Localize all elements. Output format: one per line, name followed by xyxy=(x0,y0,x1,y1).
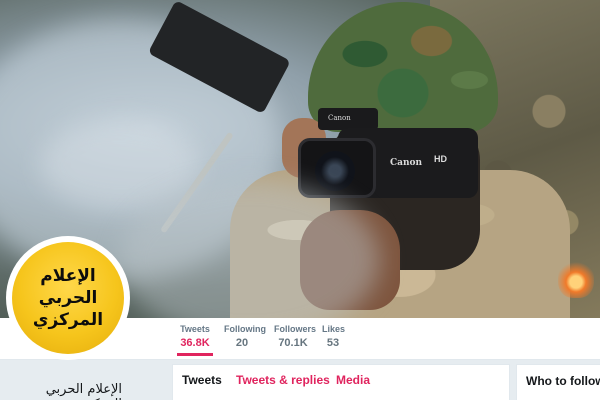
camera-brand-small: Canon xyxy=(328,114,351,122)
camera-brand: Canon xyxy=(390,158,423,168)
avatar-logo-line: الإعلام xyxy=(40,266,96,286)
stat-label: Following xyxy=(224,324,266,334)
stat-value: 53 xyxy=(326,337,340,349)
stat-label: Likes xyxy=(322,324,346,334)
stat-value: 20 xyxy=(235,337,249,349)
avatar-logo-line: المركزي xyxy=(32,310,104,330)
camera-hd-badge: HD xyxy=(434,154,447,164)
profile-name[interactable]: الإعلام الحربي المركزي xyxy=(0,382,122,400)
stat-label: Tweets xyxy=(180,324,210,334)
avatar-logo: الإعلام الحربي المركزي xyxy=(12,242,124,354)
avatar-logo-line: الحربي xyxy=(38,288,98,308)
stat-value: 36.8K xyxy=(180,337,210,349)
fire-flame xyxy=(558,258,594,298)
lens-glass xyxy=(315,151,355,191)
stat-value: 70.1K xyxy=(278,337,308,349)
stat-followers[interactable]: Followers 70.1K xyxy=(274,324,317,349)
stat-tweets[interactable]: Tweets 36.8K xyxy=(177,324,213,356)
profile-card: الإعلام الحربي المركزي xyxy=(0,360,168,400)
profile-avatar[interactable]: الإعلام الحربي المركزي xyxy=(6,236,130,360)
stat-label: Followers xyxy=(274,324,317,334)
timeline-tabs: Tweets Tweets & replies Media xyxy=(172,364,510,400)
who-to-follow-card: Who to follow · xyxy=(516,364,600,400)
tab-tweets[interactable]: Tweets xyxy=(182,373,222,387)
profile-page: Canon Canon HD Tweets 36.8K Following 20… xyxy=(0,0,600,400)
tab-media[interactable]: Media xyxy=(336,373,370,387)
stat-likes[interactable]: Likes 53 xyxy=(322,324,346,349)
tab-tweets-and-replies[interactable]: Tweets & replies xyxy=(236,373,330,387)
stat-following[interactable]: Following 20 xyxy=(224,324,266,349)
who-to-follow-title: Who to follow · xyxy=(526,374,600,388)
